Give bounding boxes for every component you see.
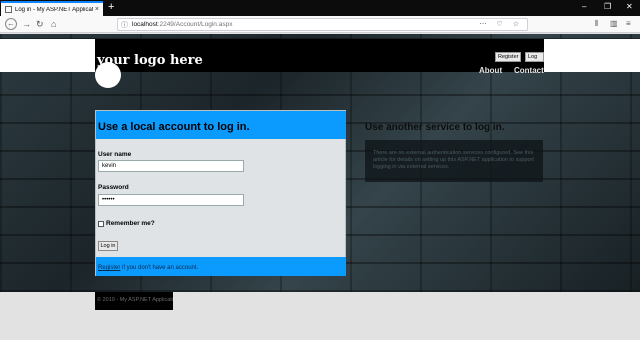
minimize-icon[interactable]: – bbox=[582, 2, 586, 11]
remember-checkbox[interactable] bbox=[98, 221, 104, 227]
back-button-icon[interactable]: ← bbox=[5, 18, 17, 30]
remember-label[interactable]: Remember me? bbox=[106, 220, 155, 227]
menu-icon[interactable]: ≡ bbox=[626, 19, 631, 28]
url-bar[interactable]: ⓘ localhost:2249/Account/Login.aspx ⋯ ♡ … bbox=[117, 18, 528, 31]
register-link[interactable]: Register bbox=[98, 265, 120, 271]
page-actions-icon[interactable]: ⋯ ♡ ☆ bbox=[480, 20, 523, 28]
login-panel-footer: Register if you don't have an account. bbox=[96, 257, 346, 276]
tab-title: Log in - My ASP.NET Applicatio bbox=[15, 6, 93, 13]
login-heading: Use a local account to log in. bbox=[98, 121, 250, 133]
maximize-icon[interactable]: ❐ bbox=[604, 2, 611, 11]
navigation-bar: ← → ↻ ⌂ ⓘ localhost:2249/Account/Login.a… bbox=[0, 16, 640, 33]
site-nav: Register Log in About Contact bbox=[472, 39, 544, 75]
reload-icon[interactable]: ↻ bbox=[36, 19, 44, 29]
site-footer: © 2019 - My ASP.NET Application bbox=[95, 292, 173, 310]
library-icon[interactable]: ⫴ bbox=[595, 19, 598, 29]
close-window-icon[interactable]: ✕ bbox=[626, 2, 633, 11]
page: your logo here Register Log in About Con… bbox=[0, 34, 640, 340]
password-label: Password bbox=[98, 184, 129, 191]
browser-tab[interactable]: Log in - My ASP.NET Applicatio × bbox=[1, 1, 103, 16]
favicon-icon bbox=[5, 6, 12, 13]
login-button[interactable]: Log in bbox=[98, 241, 118, 251]
nav-contact[interactable]: Contact bbox=[514, 66, 544, 75]
login-nav-button[interactable]: Log in bbox=[525, 52, 544, 68]
nav-about[interactable]: About bbox=[479, 66, 502, 75]
tab-bar: Log in - My ASP.NET Applicatio × + – ❐ ✕ bbox=[0, 0, 640, 16]
register-button[interactable]: Register bbox=[495, 52, 522, 62]
forward-button-icon[interactable]: → bbox=[22, 19, 31, 29]
login-panel: Use a local account to log in. User name… bbox=[95, 110, 346, 276]
password-field[interactable]: •••••• bbox=[98, 194, 244, 206]
url-text[interactable]: localhost:2249/Account/Login.aspx bbox=[132, 21, 232, 28]
username-field[interactable]: kevin bbox=[98, 160, 244, 172]
username-label: User name bbox=[98, 151, 132, 158]
external-login-heading: Use another service to log in. bbox=[365, 122, 505, 133]
site-info-icon[interactable]: ⓘ bbox=[121, 20, 128, 30]
new-tab-button[interactable]: + bbox=[108, 1, 114, 14]
external-login-info: There are no external authentication ser… bbox=[365, 140, 543, 182]
login-panel-header: Use a local account to log in. bbox=[96, 111, 346, 139]
register-text: Register if you don't have an account. bbox=[98, 265, 199, 271]
home-icon[interactable]: ⌂ bbox=[51, 19, 56, 29]
tab-close-icon[interactable]: × bbox=[95, 6, 99, 13]
logo[interactable]: your logo here bbox=[95, 39, 472, 72]
logo-circle bbox=[95, 62, 121, 88]
sidebar-icon[interactable]: ▥ bbox=[610, 19, 618, 28]
